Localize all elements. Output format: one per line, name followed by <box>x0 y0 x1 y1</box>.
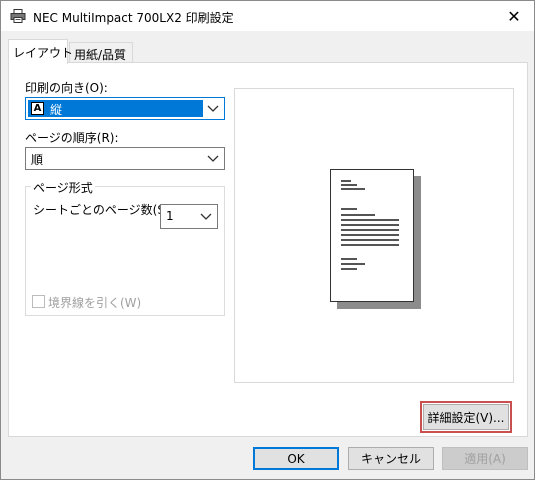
cancel-button[interactable]: キャンセル <box>348 447 434 470</box>
portrait-orientation-icon: A <box>31 102 44 115</box>
title-bar[interactable]: NEC MultiImpact 700LX2 印刷設定 ✕ <box>1 1 534 31</box>
orientation-value: 縦 <box>50 103 63 117</box>
advanced-settings-label: 詳細設定(V)... <box>427 410 505 425</box>
apply-button[interactable]: 適用(A) <box>442 447 528 470</box>
chevron-down-icon <box>200 213 212 220</box>
page-order-label: ページの順序(R): <box>25 131 119 145</box>
tab-layout[interactable]: レイアウト <box>8 39 73 64</box>
ok-label: OK <box>287 451 305 466</box>
close-button[interactable]: ✕ <box>494 1 534 31</box>
page-order-value: 順 <box>31 153 44 167</box>
border-checkbox[interactable] <box>32 295 45 308</box>
page-preview-sheet <box>330 169 414 302</box>
orientation-dropdown[interactable]: A 縦 <box>25 97 225 120</box>
window-title: NEC MultiImpact 700LX2 印刷設定 <box>33 11 234 25</box>
page-format-legend: ページ形式 <box>31 179 95 196</box>
cancel-label: キャンセル <box>360 452 421 466</box>
pages-per-sheet-dropdown[interactable]: 1 <box>160 204 218 229</box>
apply-label: 適用(A) <box>464 452 506 466</box>
advanced-settings-button[interactable]: 詳細設定(V)... <box>423 404 509 430</box>
close-icon: ✕ <box>507 6 521 26</box>
pages-per-sheet-value: 1 <box>166 209 174 223</box>
page-order-dropdown[interactable]: 順 <box>25 147 225 170</box>
pages-per-sheet-label: シートごとのページ数(S) <box>33 203 170 217</box>
printer-icon <box>10 9 26 23</box>
printing-preferences-window: NEC MultiImpact 700LX2 印刷設定 ✕ レイアウト 用紙/品… <box>0 0 535 480</box>
orientation-label: 印刷の向き(O): <box>25 81 108 95</box>
chevron-down-icon <box>207 105 219 112</box>
chevron-down-icon <box>207 155 219 162</box>
tab-paper-quality-label: 用紙/品質 <box>74 48 127 62</box>
tab-layout-label: レイアウト <box>13 46 74 60</box>
ok-button[interactable]: OK <box>253 447 339 470</box>
tab-paper-quality[interactable]: 用紙/品質 <box>69 42 133 63</box>
border-checkbox-label: 境界線を引く(W) <box>48 296 142 310</box>
